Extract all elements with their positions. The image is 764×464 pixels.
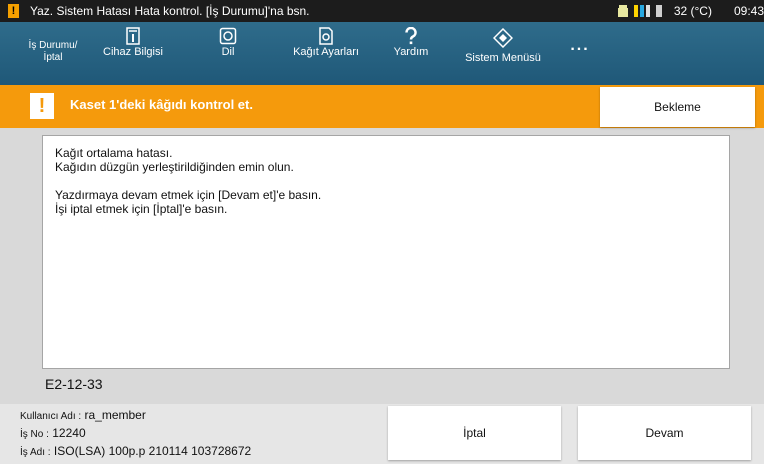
continue-button[interactable]: Devam — [578, 406, 751, 460]
nav-more-button[interactable]: ... — [560, 22, 600, 85]
nav-job-status[interactable]: İş Durumu/ İptal — [10, 22, 96, 85]
device-info-icon — [126, 27, 140, 45]
user-name-row: Kullanıcı Adı : ra_member — [20, 408, 146, 422]
alert-message: Kaset 1'deki kâğıdı kontrol et. — [70, 97, 253, 112]
printer-status-icon — [617, 5, 628, 17]
job-no-value: 12240 — [52, 426, 86, 440]
job-no-label: İş No : — [20, 429, 49, 440]
status-message[interactable]: Yaz. Sistem Hatası Hata kontrol. [İş Dur… — [30, 4, 310, 18]
message-line: Yazdırmaya devam etmek için [Devam et]'e… — [55, 188, 322, 202]
nav-job-status-label: İş Durumu/ İptal — [28, 40, 78, 63]
battery-icon — [655, 5, 662, 17]
wait-button[interactable]: Bekleme — [600, 87, 755, 127]
message-line: Kağıt ortalama hatası. — [55, 146, 173, 160]
nav-language[interactable]: Dil — [206, 22, 250, 85]
nav-paper-settings[interactable]: Kağıt Ayarları — [282, 22, 370, 85]
warning-icon[interactable]: ! — [8, 4, 19, 18]
message-line: İşi iptal etmek için [İptal]'e basın. — [55, 202, 228, 216]
top-status-bar: ! Yaz. Sistem Hatası Hata kontrol. [İş D… — [0, 0, 764, 22]
help-icon — [405, 27, 417, 45]
nav-device-info[interactable]: Cihaz Bilgisi — [93, 22, 173, 85]
language-icon — [219, 27, 237, 45]
job-name-row: İş Adı : ISO(LSA) 100p.p 210114 10372867… — [20, 444, 251, 458]
paper-settings-icon — [319, 27, 333, 45]
job-no-row: İş No : 12240 — [20, 426, 86, 440]
system-menu-icon — [493, 28, 513, 48]
nav-help-label: Yardım — [393, 46, 429, 58]
nav-paper-settings-label: Kağıt Ayarları — [293, 46, 359, 58]
nav-device-info-label: Cihaz Bilgisi — [103, 46, 163, 58]
more-icon: ... — [570, 37, 590, 54]
nav-system-menu-label: Sistem Menüsü — [465, 52, 541, 64]
alert-warning-icon: ! — [30, 93, 54, 119]
toner-level-icon — [633, 5, 650, 17]
error-code: E2-12-33 — [45, 376, 103, 392]
message-panel: Kağıt ortalama hatası. Kağıdın düzgün ye… — [42, 135, 730, 369]
temperature-readout: 32 (°C) — [673, 4, 712, 18]
user-name-label: Kullanıcı Adı : — [20, 411, 82, 422]
user-name-value: ra_member — [84, 408, 146, 422]
job-name-label: İş Adı : — [20, 447, 51, 458]
top-navigation: İş Durumu/ İptal Cihaz Bilgisi Dil Kağıt… — [0, 22, 764, 85]
clock: 09:43 — [733, 4, 764, 18]
job-name-value: ISO(LSA) 100p.p 210114 103728672 — [53, 444, 252, 458]
nav-system-menu[interactable]: Sistem Menüsü — [463, 22, 543, 85]
status-area: 32 (°C) 09:43 — [617, 0, 764, 22]
message-line: Kağıdın düzgün yerleştirildiğinden emin … — [55, 160, 294, 174]
nav-help[interactable]: Yardım — [387, 22, 435, 85]
nav-language-label: Dil — [221, 46, 235, 58]
cancel-button[interactable]: İptal — [388, 406, 561, 460]
